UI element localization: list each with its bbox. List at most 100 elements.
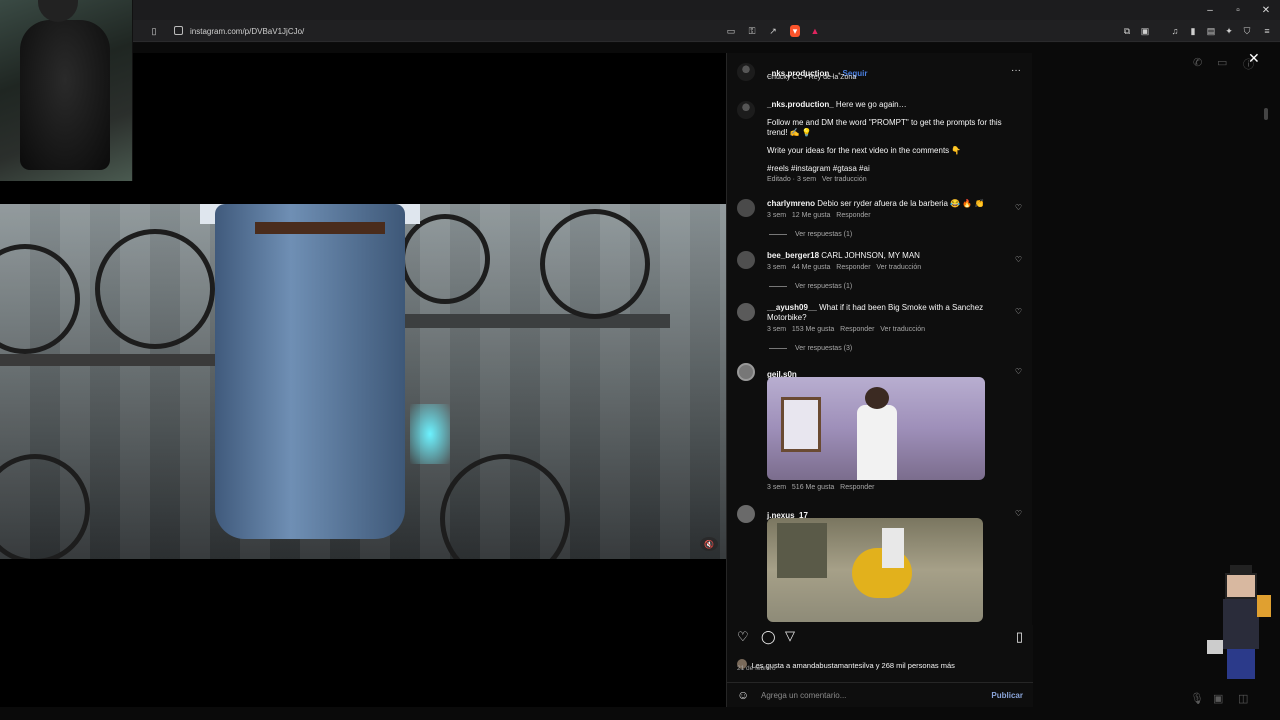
maximize-button[interactable]: ▫ <box>1224 0 1252 20</box>
view-replies-link[interactable]: Ver respuestas (1) <box>795 283 852 290</box>
comment-like-icon[interactable]: ♡ <box>1015 203 1022 212</box>
brave-shield-icon[interactable]: ▾ <box>790 25 800 37</box>
comment-likes[interactable]: 153 Me gusta <box>792 326 834 333</box>
sticker-icon[interactable]: ◫ <box>1238 692 1248 705</box>
menu-icon[interactable]: ≡ <box>1260 24 1274 38</box>
key-icon[interactable]: ⚿ <box>745 24 759 38</box>
browser-toolbar: ▯ instagram.com/p/DVBaV1JjCJo/ ▭ ⚿ ↗ ▾ ▲… <box>0 20 1280 42</box>
minimize-button[interactable]: – <box>1196 0 1224 20</box>
comment-reply-link[interactable]: Responder <box>836 212 870 219</box>
more-options-icon[interactable]: ··· <box>1011 65 1021 76</box>
comment-avatar[interactable] <box>737 363 755 381</box>
mic-icon[interactable]: 🎙 <box>1190 692 1204 705</box>
thumb-figure <box>857 405 897 480</box>
caption-username[interactable]: _nks.production_ <box>767 100 834 109</box>
likes-text[interactable]: Les gusta a amandabustamantesilva y 268 … <box>751 661 954 670</box>
streamer-pixel-avatar <box>1205 565 1275 685</box>
comment-image[interactable] <box>767 377 985 480</box>
reel-video[interactable]: 🔇 <box>0 204 726 559</box>
comment-username[interactable]: charlymreno <box>767 199 815 208</box>
phone-icon[interactable]: ✆ <box>1193 56 1202 69</box>
comment-item: __ayush09__ What if it had been Big Smok… <box>767 303 999 352</box>
video-belt <box>255 222 385 234</box>
comment-like-icon[interactable]: ♡ <box>1015 307 1022 316</box>
sidebar-icon[interactable]: ▮ <box>1186 24 1200 38</box>
comment-text: Debio ser ryder afuera de la barberia 😂 … <box>817 199 985 208</box>
caption-translate-link[interactable]: Ver traducción <box>822 176 867 183</box>
pixel-hat <box>1230 565 1252 573</box>
comment-like-icon[interactable]: ♡ <box>1015 255 1022 264</box>
gallery-icon[interactable]: ▣ <box>1213 692 1223 705</box>
screen: – ▫ ✕ ▯ instagram.com/p/DVBaV1JjCJo/ ▭ ⚿… <box>0 0 1280 720</box>
lock-icon <box>174 26 183 35</box>
thumb-person <box>882 528 904 568</box>
comment-username[interactable]: bee_berger18 <box>767 251 819 260</box>
author-avatar[interactable] <box>737 63 755 81</box>
caption-hashtags[interactable]: #reels #instagram #gtasa #ai <box>767 164 1017 174</box>
comment-username[interactable]: __ayush09__ <box>767 303 817 312</box>
caption-line2: Follow me and DM the word "PROMPT" to ge… <box>767 118 1002 137</box>
heart-icon[interactable]: ♡ <box>737 629 749 645</box>
thumb-figures <box>777 523 827 578</box>
comment-input[interactable]: Agrega un comentario... <box>761 691 846 700</box>
close-window-button[interactable]: ✕ <box>1252 0 1280 20</box>
comment-translate-link[interactable]: Ver traducción <box>876 264 921 271</box>
comment-likes[interactable]: 44 Me gusta <box>792 264 831 271</box>
video-call-icon[interactable]: ▭ <box>1217 56 1227 69</box>
url-text: instagram.com/p/DVBaV1JjCJo/ <box>190 26 305 36</box>
video-bike-wheel <box>400 214 490 304</box>
ai-icon[interactable]: ✦ <box>1222 24 1236 38</box>
rewards-icon[interactable]: ▲ <box>808 24 822 38</box>
comment-avatar[interactable] <box>737 505 755 523</box>
share-page-icon[interactable]: ↗ <box>766 24 780 38</box>
pixel-face <box>1225 573 1257 599</box>
mute-icon[interactable]: 🔇 <box>700 537 718 551</box>
window-controls: – ▫ ✕ <box>1196 0 1280 20</box>
comment-like-icon[interactable]: ♡ <box>1015 367 1022 376</box>
emoji-icon[interactable]: ☺ <box>737 688 749 702</box>
webcam-chair <box>20 20 110 170</box>
publish-button[interactable]: Publicar <box>991 691 1023 700</box>
comment-time: 3 sem <box>767 264 787 271</box>
comment-time: 3 sem <box>767 212 787 219</box>
comment-text: CARL JOHNSON, MY MAN <box>821 251 920 260</box>
screenshot-icon[interactable]: ▣ <box>1138 24 1152 38</box>
caption-avatar[interactable] <box>737 101 755 119</box>
close-icon[interactable]: ✕ <box>1248 50 1260 67</box>
music-icon[interactable]: ♫ <box>1168 24 1182 38</box>
comment-likes[interactable]: 12 Me gusta <box>792 212 831 219</box>
comment-reply-link[interactable]: Responder <box>840 484 874 491</box>
comment-item: charlymreno Debio ser ryder afuera de la… <box>767 199 997 238</box>
share-icon[interactable]: ▽ <box>785 628 795 644</box>
caption-edited: Editado · 3 sem <box>767 176 817 183</box>
comment-time: 3 sem <box>767 484 787 491</box>
comment-image[interactable] <box>767 518 983 622</box>
comment-icon[interactable]: ◯ <box>761 629 776 645</box>
post-date: 21 de febrero <box>737 665 776 672</box>
view-replies-link[interactable]: Ver respuestas (1) <box>795 231 852 238</box>
extension-icon[interactable]: ⧉ <box>1120 24 1134 38</box>
comment-reply-link[interactable]: Responder <box>840 326 874 333</box>
post-header: _nks.production_ • Seguir Chucky CC • Re… <box>727 53 1033 95</box>
view-replies-link[interactable]: Ver respuestas (3) <box>795 345 852 352</box>
pixel-legs <box>1227 649 1255 679</box>
vpn-icon[interactable]: ⛉ <box>1240 24 1254 38</box>
comment-avatar[interactable] <box>737 303 755 321</box>
save-icon[interactable]: ▯ <box>1016 629 1023 645</box>
comment-translate-link[interactable]: Ver traducción <box>880 326 925 333</box>
post-side-panel: _nks.production_ • Seguir Chucky CC • Re… <box>726 53 1033 707</box>
comment-avatar[interactable] <box>737 199 755 217</box>
comment-like-icon[interactable]: ♡ <box>1015 509 1022 518</box>
wallet-icon[interactable]: ▤ <box>1204 24 1218 38</box>
pixel-accent <box>1257 595 1271 617</box>
comment-avatar[interactable] <box>737 251 755 269</box>
bookmark-icon[interactable]: ▯ <box>147 24 161 38</box>
audio-label[interactable]: Chucky CC • Rey de la Zona <box>767 74 856 81</box>
video-jeans <box>215 204 405 539</box>
scrollbar[interactable] <box>1264 108 1268 120</box>
comment-reply-link[interactable]: Responder <box>836 264 870 271</box>
video-bike-wheel <box>540 209 650 319</box>
comment-likes[interactable]: 516 Me gusta <box>792 484 834 491</box>
pixel-body <box>1223 599 1259 649</box>
reader-icon[interactable]: ▭ <box>724 24 738 38</box>
